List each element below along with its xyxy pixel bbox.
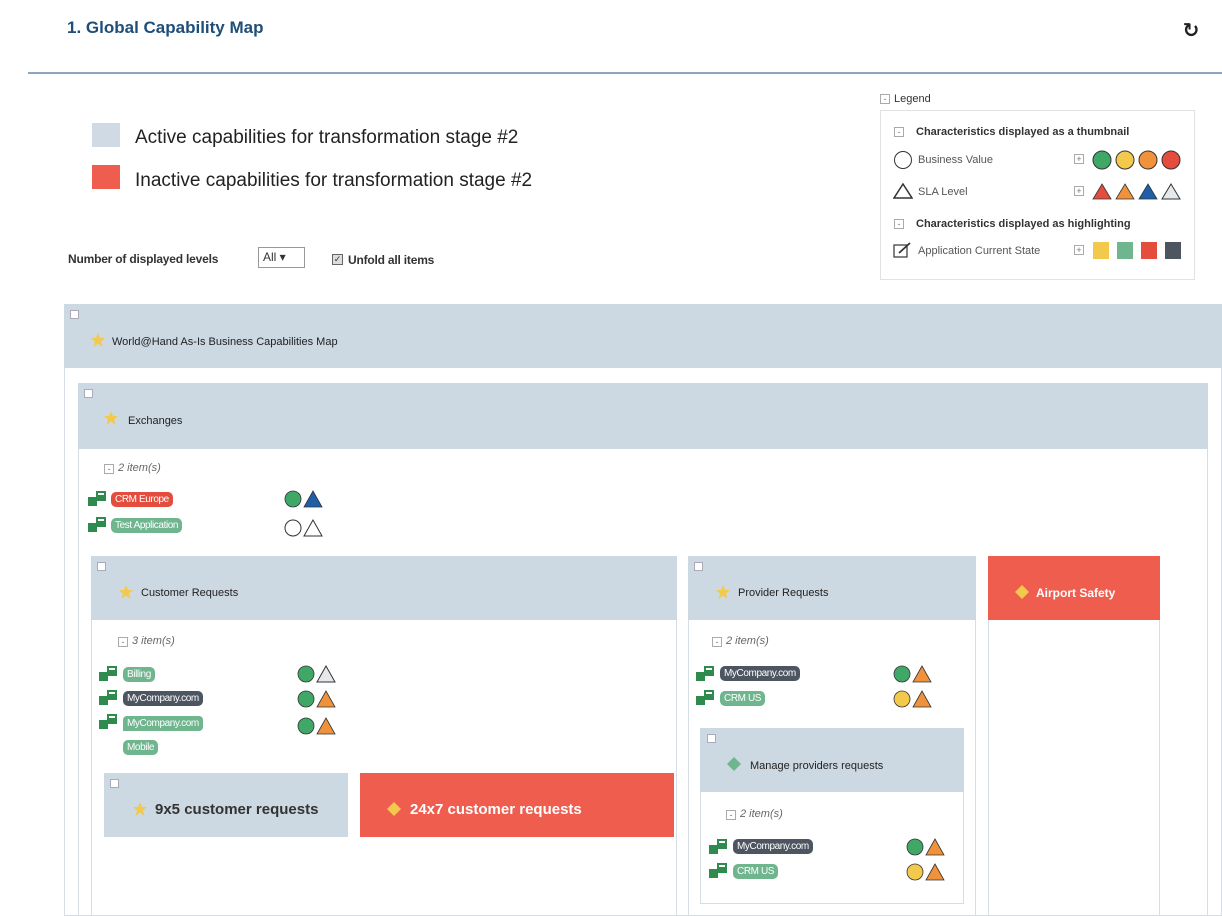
app-crm-us[interactable]: CRM US <box>733 864 779 879</box>
sla-expand-toggle[interactable]: + <box>1074 186 1084 196</box>
application-icon <box>99 688 119 711</box>
airport-safety-name[interactable]: Airport Safety <box>1036 586 1115 600</box>
unfold-label: Unfold all items <box>348 253 435 267</box>
business-value-label: Business Value <box>918 154 994 166</box>
business-value-circle-icon <box>894 151 912 174</box>
star-icon <box>715 584 731 605</box>
sla-level-label: SLA Level <box>918 186 968 198</box>
application-icon <box>709 861 729 884</box>
levels-label: Number of displayed levels <box>68 252 219 266</box>
state-color-scale <box>1093 242 1185 260</box>
exchanges-items-count: 2 item(s) <box>118 462 161 474</box>
diamond-icon <box>726 756 742 777</box>
customer-requests-name[interactable]: Customer Requests <box>141 587 238 599</box>
customer-items-count: 3 item(s) <box>132 635 175 647</box>
provider-requests-toggle[interactable] <box>694 562 703 571</box>
header-divider <box>28 72 1222 74</box>
application-icon <box>696 688 716 711</box>
app-mycompany[interactable]: MyCompany.com <box>733 839 813 854</box>
star-icon <box>103 410 119 431</box>
star-icon <box>118 584 134 605</box>
app-indicators <box>893 690 933 708</box>
sla-triangle-icon <box>892 182 914 205</box>
app-indicators <box>284 490 324 508</box>
provider-requests-header <box>688 556 976 620</box>
app-indicators <box>284 518 324 537</box>
provider-items-toggle[interactable]: - <box>712 637 722 647</box>
manage-items-toggle[interactable]: - <box>726 810 736 820</box>
app-indicators <box>297 690 337 708</box>
customer-requests-toggle[interactable] <box>97 562 106 571</box>
application-icon <box>696 664 716 687</box>
manage-providers-name[interactable]: Manage providers requests <box>750 760 883 772</box>
cust-9x5-toggle[interactable] <box>110 779 119 788</box>
active-stage-label: Active capabilities for transformation s… <box>135 127 519 148</box>
app-indicators <box>297 717 337 735</box>
legend-collapse-toggle[interactable]: - <box>880 94 890 104</box>
app-crm-europe[interactable]: CRM Europe <box>111 492 173 507</box>
state-expand-toggle[interactable]: + <box>1074 245 1084 255</box>
exchanges-toggle[interactable] <box>84 389 93 398</box>
application-icon <box>99 712 119 735</box>
app-indicators <box>906 838 946 856</box>
star-icon <box>90 332 106 353</box>
app-billing[interactable]: Billing <box>123 667 155 682</box>
customer-items-toggle[interactable]: - <box>118 637 128 647</box>
sla-color-scale <box>1092 182 1188 202</box>
app-mycompany[interactable]: MyCompany.com <box>720 666 800 681</box>
refresh-icon[interactable]: ↻ <box>1180 20 1202 42</box>
app-test-application[interactable]: Test Application <box>111 518 183 533</box>
cust-9x5-name[interactable]: 9x5 customer requests <box>155 801 318 818</box>
app-crm-us[interactable]: CRM US <box>720 691 766 706</box>
active-swatch <box>92 123 120 147</box>
bv-expand-toggle[interactable]: + <box>1074 154 1084 164</box>
thumbnail-collapse-toggle[interactable]: - <box>894 127 904 137</box>
bv-color-scale <box>1092 150 1188 170</box>
diamond-icon <box>1014 584 1030 605</box>
app-mycompany-mobile[interactable]: MyCompany.com <box>123 716 203 731</box>
exchanges-name[interactable]: Exchanges <box>128 415 182 427</box>
star-icon <box>132 801 148 822</box>
root-toggle[interactable] <box>70 310 79 319</box>
unfold-checkbox[interactable]: ✓ <box>332 254 343 265</box>
highlight-collapse-toggle[interactable]: - <box>894 219 904 229</box>
edit-pencil-icon <box>893 241 913 264</box>
app-mycompany[interactable]: MyCompany.com <box>123 691 203 706</box>
app-indicators <box>893 665 933 683</box>
manage-providers-toggle[interactable] <box>707 734 716 743</box>
diamond-icon <box>386 801 402 822</box>
app-state-label: Application Current State <box>918 245 1041 257</box>
application-icon <box>99 664 119 687</box>
cust-24x7-name[interactable]: 24x7 customer requests <box>410 801 582 818</box>
inactive-swatch <box>92 165 120 189</box>
root-capability-name[interactable]: World@Hand As-Is Business Capabilities M… <box>112 336 338 348</box>
app-indicators <box>297 664 337 683</box>
highlight-section-title: Characteristics displayed as highlightin… <box>916 218 1131 230</box>
thumbnail-section-title: Characteristics displayed as a thumbnail <box>916 126 1130 138</box>
legend-title: Legend <box>894 93 931 105</box>
app-mycompany-mobile-line2[interactable]: Mobile <box>123 740 159 755</box>
manage-items-count: 2 item(s) <box>740 808 783 820</box>
app-indicators <box>906 863 946 881</box>
application-icon <box>88 489 108 512</box>
provider-requests-name[interactable]: Provider Requests <box>738 587 829 599</box>
provider-items-count: 2 item(s) <box>726 635 769 647</box>
application-icon <box>709 837 729 860</box>
levels-select[interactable]: All ▾ <box>258 247 305 268</box>
page-title: 1. Global Capability Map <box>67 18 264 37</box>
application-icon <box>88 515 108 538</box>
inactive-stage-label: Inactive capabilities for transformation… <box>135 170 533 191</box>
exchanges-header <box>78 383 1208 449</box>
exchanges-items-toggle[interactable]: - <box>104 464 114 474</box>
